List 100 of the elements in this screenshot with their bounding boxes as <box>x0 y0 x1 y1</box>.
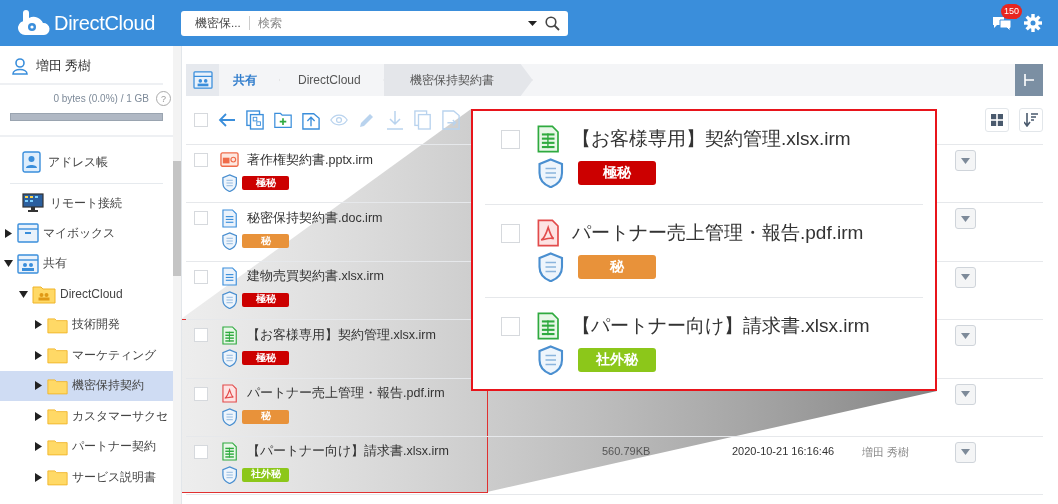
checkbox[interactable] <box>194 211 208 226</box>
expand-caret-icon[interactable] <box>35 472 42 482</box>
row-menu-button[interactable] <box>955 266 976 288</box>
folder-tree-item[interactable]: パートナー契約 <box>0 431 173 462</box>
folder-tree-item[interactable]: DirectCloud <box>0 279 173 310</box>
folder-tree-item[interactable]: 機密保持契約 <box>0 370 173 401</box>
owner-name: 増田 秀樹 <box>862 445 910 458</box>
collapse-panel-button[interactable] <box>1015 64 1043 96</box>
file-name[interactable]: 著作権契約書.pptx.irm <box>247 151 373 169</box>
classification-tag: 極秘 <box>577 161 656 185</box>
spreadsheet-icon <box>536 125 560 153</box>
expand-caret-icon[interactable] <box>35 442 42 452</box>
caret-icon <box>961 332 970 339</box>
chat-icon[interactable] <box>992 14 1012 32</box>
shared-tray-icon <box>192 71 213 89</box>
classification-tag: 秘 <box>577 255 656 279</box>
sort-button[interactable] <box>1019 108 1043 132</box>
file-name[interactable]: パートナー売上管理・報告.pdf.irm <box>247 385 445 403</box>
notification-badge: 150 <box>1001 4 1023 19</box>
checkbox[interactable] <box>194 269 208 284</box>
user-name: 増田 秀樹 <box>36 58 92 75</box>
folder-icon <box>47 407 68 426</box>
folder-icon <box>47 376 68 395</box>
team-folder-icon <box>32 284 56 305</box>
shield-icon <box>222 290 238 309</box>
sidebar-item[interactable]: リモート接続 <box>0 188 173 218</box>
file-size: 560.79KB <box>602 444 651 457</box>
dropdown-caret-icon[interactable] <box>528 20 537 26</box>
file-name: 【パートナー向け】請求書.xlsx.irm <box>572 314 870 338</box>
breadcrumb-item[interactable]: 機密保持契約書 <box>383 64 533 96</box>
monitor-icon <box>22 193 44 213</box>
folder-icon <box>47 437 68 456</box>
copy-icon[interactable] <box>246 109 264 131</box>
row-menu-button[interactable] <box>955 325 976 347</box>
spreadsheet-icon <box>221 325 238 345</box>
breadcrumb-item[interactable]: 共有 <box>219 64 280 96</box>
search-scope[interactable]: 機密保... <box>195 16 250 30</box>
settings-icon[interactable] <box>1024 14 1042 32</box>
new-folder-icon[interactable] <box>274 110 292 130</box>
expand-caret-icon[interactable] <box>35 411 42 421</box>
logo-text: DirectCloud <box>54 11 156 35</box>
file-name[interactable]: 【パートナー向け】請求書.xlsx.irm <box>247 443 449 461</box>
row-menu-button[interactable] <box>955 208 976 230</box>
shared-tray-icon <box>17 253 39 274</box>
file-name[interactable]: 秘密保持契約書.doc.irm <box>247 209 383 227</box>
shield-icon <box>222 465 238 484</box>
sidebar-item[interactable]: アドレス帳 <box>0 147 173 177</box>
checkbox[interactable] <box>501 317 520 336</box>
collapse-caret-icon[interactable] <box>4 260 13 268</box>
spreadsheet-icon <box>536 312 560 340</box>
panel-collapse-icon <box>1024 74 1034 86</box>
file-name[interactable]: 【お客様専用】契約管理.xlsx.irm <box>247 326 436 344</box>
folder-tree-item[interactable]: カスタマーサクセ <box>0 401 173 432</box>
expand-caret-icon[interactable] <box>5 228 12 238</box>
caret-icon <box>961 274 970 281</box>
file-name: パートナー売上管理・報告.pdf.irm <box>572 221 864 245</box>
shared-home-button[interactable] <box>186 64 219 96</box>
shield-icon <box>222 407 238 426</box>
spreadsheet-icon <box>221 442 238 462</box>
file-name[interactable]: 建物売買契約書.xlsx.irm <box>247 268 384 286</box>
shield-icon <box>538 345 564 375</box>
inbox-tray-icon <box>17 223 39 244</box>
search-icon[interactable] <box>545 15 560 31</box>
checkbox[interactable] <box>501 130 520 149</box>
shield-icon <box>538 252 564 282</box>
folder-tree-item[interactable]: マイボックス <box>0 218 173 249</box>
shield-icon <box>222 174 238 192</box>
back-arrow-icon[interactable] <box>218 112 236 128</box>
expand-caret-icon[interactable] <box>35 350 42 360</box>
folder-icon <box>47 346 68 365</box>
collapse-caret-icon[interactable] <box>19 290 28 298</box>
grid-view-button[interactable] <box>985 108 1009 132</box>
checkbox[interactable] <box>501 224 520 243</box>
caret-icon <box>961 157 970 164</box>
folder-tree-item[interactable]: 共有 <box>0 248 173 279</box>
shield-icon <box>222 232 238 251</box>
breadcrumb-item[interactable]: DirectCloud <box>280 64 384 96</box>
sort-icon <box>1024 113 1038 127</box>
checkbox[interactable] <box>194 328 208 343</box>
row-menu-button[interactable] <box>955 383 976 405</box>
folder-tree-item[interactable]: マーケティング <box>0 340 173 371</box>
scrollbar[interactable] <box>173 46 181 504</box>
row-menu-button[interactable] <box>955 441 976 463</box>
storage-usage: 0 bytes (0.0%) / 1 GB <box>53 93 149 104</box>
expand-caret-icon[interactable] <box>35 320 42 330</box>
folder-icon <box>47 468 68 487</box>
user-icon <box>12 58 28 75</box>
grid-icon <box>991 114 1003 126</box>
classification-tag: 極秘 <box>242 351 290 366</box>
caret-icon <box>961 215 970 222</box>
expand-caret-icon[interactable] <box>35 381 42 391</box>
file-name: 【お客様専用】契約管理.xlsx.irm <box>572 127 851 151</box>
contact-book-icon <box>22 151 42 173</box>
search-field[interactable]: 機密保... 検索 <box>181 10 568 36</box>
folder-tree-item[interactable]: 技術開発 <box>0 309 173 340</box>
document-icon <box>221 208 238 228</box>
folder-tree-item[interactable]: サービス説明書 <box>0 462 173 493</box>
checkbox[interactable] <box>194 113 208 127</box>
row-menu-button[interactable] <box>955 150 976 171</box>
checkbox[interactable] <box>194 153 208 167</box>
